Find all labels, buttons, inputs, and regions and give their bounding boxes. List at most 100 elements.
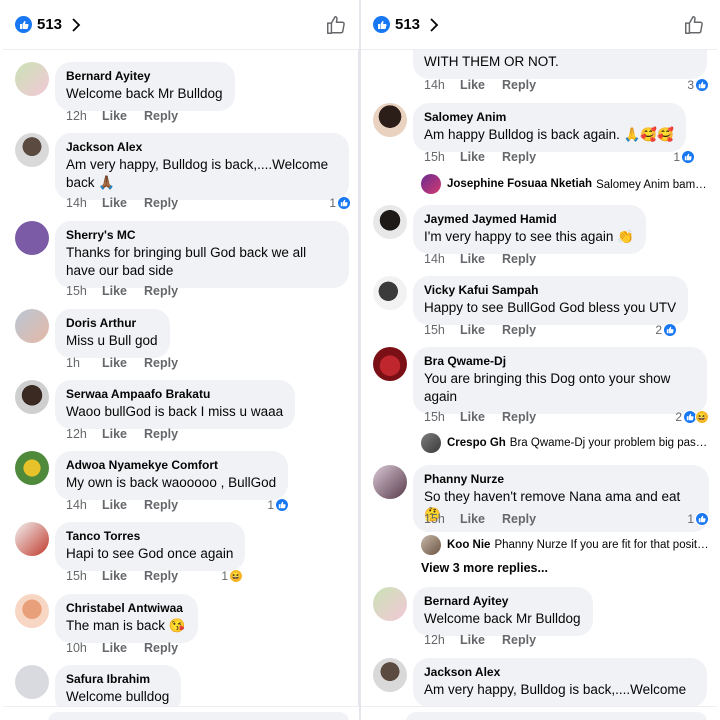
reply-button[interactable]: Reply <box>502 410 536 424</box>
reply-button[interactable]: Reply <box>144 356 178 370</box>
like-button[interactable]: Like <box>102 356 144 370</box>
like-button[interactable]: Like <box>102 427 144 441</box>
view-more-replies-link[interactable]: View 3 more replies... <box>421 561 548 575</box>
comment-author[interactable]: Salomey Anim <box>424 110 674 125</box>
comment-author[interactable]: Christabel Antwiwaa <box>66 601 186 616</box>
like-button[interactable]: Like <box>102 284 144 298</box>
comment-author[interactable]: Doris Arthur <box>66 316 158 331</box>
reply-preview[interactable]: Crespo Gh Bra Qwame-Dj your problem big … <box>421 432 709 454</box>
comment-author[interactable]: Jaymed Jaymed Hamid <box>424 212 634 227</box>
reply-author[interactable]: Crespo Gh <box>447 437 506 449</box>
reply-button[interactable]: Reply <box>502 633 536 647</box>
comment-author[interactable]: Jackson Alex <box>424 665 695 680</box>
comment-bubble[interactable]: Vicky Kafui Sampah Happy to see BullGod … <box>413 276 689 325</box>
like-button[interactable]: Like <box>460 633 502 647</box>
reply-button[interactable]: Reply <box>144 109 178 123</box>
comment-bubble[interactable]: Sherry's MC Thanks for bringing bull God… <box>55 221 349 288</box>
like-button[interactable]: Like <box>460 323 502 337</box>
reply-button[interactable]: Reply <box>144 427 178 441</box>
comment-author[interactable]: Serwaa Ampaafo Brakatu <box>66 387 283 402</box>
avatar[interactable] <box>373 205 407 239</box>
reply-preview[interactable]: Koo Nie Phanny Nurze If you are fit for … <box>421 534 709 556</box>
comment-bubble[interactable]: Serwaa Ampaafo Brakatu Waoo bullGod is b… <box>55 380 296 429</box>
like-button[interactable]: Like <box>460 512 502 526</box>
reply-button[interactable]: Reply <box>502 323 536 337</box>
avatar[interactable] <box>15 221 49 255</box>
reaction-summary[interactable]: 3 <box>687 78 709 92</box>
comment-author[interactable]: Bra Qwame-Dj <box>424 354 695 369</box>
like-button[interactable]: Like <box>102 569 144 583</box>
reply-button[interactable]: Reply <box>502 150 536 164</box>
comment-input[interactable] <box>48 712 349 720</box>
comment-bubble[interactable]: Adwoa Nyamekye Comfort My own is back wa… <box>55 451 289 500</box>
reply-button[interactable]: Reply <box>144 641 178 655</box>
reactions-header[interactable]: 513 <box>361 0 717 50</box>
comment-author[interactable]: Vicky Kafui Sampah <box>424 283 676 298</box>
avatar[interactable] <box>373 276 407 310</box>
comment-bubble[interactable]: Bernard Ayitey Welcome back Mr Bulldog <box>413 587 593 636</box>
like-button[interactable]: Like <box>460 78 502 92</box>
reply-button[interactable]: Reply <box>144 498 178 512</box>
reaction-summary[interactable]: 2 😆 <box>675 410 709 424</box>
like-button[interactable]: Like <box>460 252 502 266</box>
reply-button[interactable]: Reply <box>502 512 536 526</box>
comment-bubble[interactable]: Tanco Torres Hapi to see God once again <box>55 522 246 571</box>
comment-author[interactable]: Tanco Torres <box>66 529 233 544</box>
reply-button[interactable]: Reply <box>502 252 536 266</box>
like-button[interactable]: Like <box>102 196 144 210</box>
chevron-right-icon[interactable] <box>428 17 440 33</box>
comment-author[interactable]: Sherry's MC <box>66 228 337 243</box>
thumbs-up-icon[interactable] <box>683 14 705 36</box>
reactions-header[interactable]: 513 <box>3 0 359 50</box>
reply-button[interactable]: Reply <box>502 78 536 92</box>
comment-bubble[interactable]: Bra Qwame-Dj You are bringing this Dog o… <box>413 347 707 414</box>
reply-preview[interactable]: Josephine Fosuaa Nketiah Salomey Anim ba… <box>421 173 709 195</box>
avatar[interactable] <box>373 347 407 381</box>
comment-input[interactable] <box>406 712 707 720</box>
reaction-summary[interactable]: 1 <box>687 512 709 526</box>
comment-author[interactable]: Jackson Alex <box>66 140 337 155</box>
like-button[interactable]: Like <box>102 109 144 123</box>
avatar[interactable] <box>15 665 49 699</box>
reaction-summary[interactable]: 1 <box>267 498 289 512</box>
avatar[interactable] <box>15 133 49 167</box>
comment-author[interactable]: Bernard Ayitey <box>424 594 581 609</box>
comment-author[interactable]: Safura Ibrahim <box>66 672 169 687</box>
thumbs-up-icon[interactable] <box>325 14 347 36</box>
avatar[interactable] <box>373 103 407 137</box>
avatar[interactable] <box>373 587 407 621</box>
avatar[interactable] <box>373 658 407 692</box>
like-button[interactable]: Like <box>102 498 144 512</box>
like-button[interactable]: Like <box>102 641 144 655</box>
comment-bubble[interactable]: Jackson Alex Am very happy, Bulldog is b… <box>55 133 349 200</box>
comment-bubble[interactable]: Christabel Antwiwaa The man is back 😘 <box>55 594 198 643</box>
comment-bubble[interactable]: Jackson Alex Am very happy, Bulldog is b… <box>413 658 707 707</box>
comment-bubble[interactable]: Jaymed Jaymed Hamid I'm very happy to se… <box>413 205 646 254</box>
avatar[interactable] <box>15 522 49 556</box>
reply-author[interactable]: Koo Nie <box>447 539 490 551</box>
chevron-right-icon[interactable] <box>70 17 82 33</box>
reaction-summary[interactable]: 1 <box>673 150 695 164</box>
reply-button[interactable]: Reply <box>144 196 178 210</box>
avatar[interactable] <box>15 594 49 628</box>
comment-author[interactable]: Adwoa Nyamekye Comfort <box>66 458 276 473</box>
comment-author[interactable]: Phanny Nurze <box>424 472 697 487</box>
comment-bubble[interactable]: Bernard Ayitey Welcome back Mr Bulldog <box>55 62 235 111</box>
reaction-summary[interactable]: 2 <box>655 323 677 337</box>
reply-button[interactable]: Reply <box>144 569 178 583</box>
comment-composer[interactable] <box>361 706 717 720</box>
like-button[interactable]: Like <box>460 150 502 164</box>
comment-composer[interactable] <box>3 706 359 720</box>
comment-bubble[interactable]: Salomey Anim Am happy Bulldog is back ag… <box>413 103 687 152</box>
avatar[interactable] <box>15 451 49 485</box>
reply-button[interactable]: Reply <box>144 284 178 298</box>
reaction-summary[interactable]: 1 <box>329 196 351 210</box>
reaction-summary[interactable]: 1 😆 <box>221 569 243 583</box>
like-button[interactable]: Like <box>460 410 502 424</box>
avatar[interactable] <box>15 309 49 343</box>
avatar[interactable] <box>15 62 49 96</box>
avatar[interactable] <box>15 380 49 414</box>
comment-bubble[interactable]: Doris Arthur Miss u Bull god <box>55 309 170 358</box>
avatar[interactable] <box>373 465 407 499</box>
comment-author[interactable]: Bernard Ayitey <box>66 69 223 84</box>
